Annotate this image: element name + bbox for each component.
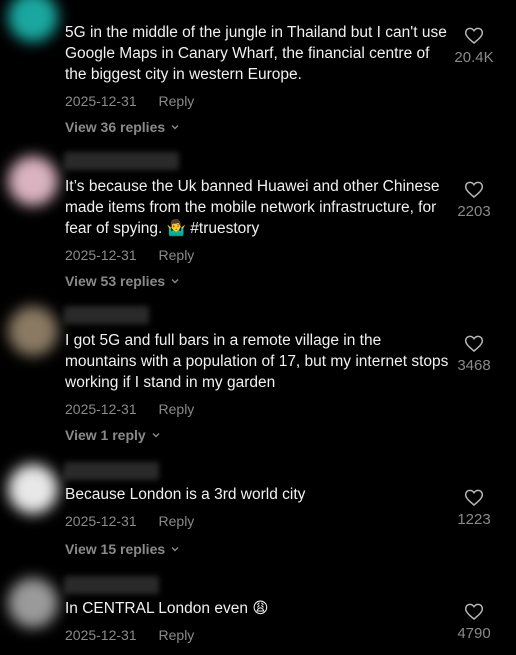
heart-icon[interactable] [464, 488, 484, 507]
view-replies-label: View 15 replies [65, 541, 166, 557]
username-redacted [64, 576, 159, 594]
username-redacted [64, 462, 159, 480]
like-column: 2203 [444, 180, 504, 222]
chevron-down-icon [171, 125, 179, 130]
avatar[interactable] [8, 306, 58, 356]
reply-button[interactable]: Reply [159, 513, 195, 529]
like-count: 2203 [457, 203, 491, 220]
comment-meta: 2025-12-31 Reply [65, 246, 194, 264]
reply-button[interactable]: Reply [159, 401, 195, 417]
avatar[interactable] [8, 156, 58, 206]
comment-text: 5G in the middle of the jungle in Thaila… [65, 24, 452, 83]
heart-icon[interactable] [464, 26, 484, 45]
view-replies-button[interactable]: View 36 replies [65, 118, 180, 136]
like-column: 4790 [444, 602, 504, 644]
comment-item: It’s because the Uk banned Huawei and ot… [0, 152, 516, 297]
username-redacted [64, 152, 179, 170]
view-replies-button[interactable]: View 15 replies [65, 540, 180, 558]
avatar[interactable] [8, 464, 58, 514]
chevron-down-icon [171, 279, 179, 284]
reply-button[interactable]: Reply [159, 627, 195, 643]
comment-meta: 2025-12-31 Reply [65, 626, 194, 644]
username-redacted [64, 306, 149, 324]
comment-item: Because London is a 3rd world city 2025-… [0, 462, 516, 562]
view-replies-button[interactable]: View 53 replies [65, 272, 180, 290]
like-column: 1223 [444, 488, 504, 530]
comment-item: In CENTRAL London even 😩 2025-12-31 Repl… [0, 576, 516, 655]
comment-meta: 2025-12-31 Reply [65, 92, 194, 110]
comment-text: It’s because the Uk banned Huawei and ot… [65, 178, 444, 237]
like-count: 3468 [457, 357, 491, 374]
comment-list: 5G in the middle of the jungle in Thaila… [0, 0, 516, 655]
reply-button[interactable]: Reply [159, 247, 195, 263]
comment-meta: 2025-12-31 Reply [65, 400, 194, 418]
view-replies-button[interactable]: View 1 reply [65, 426, 161, 444]
like-count: 4790 [457, 625, 491, 642]
like-count: 20.4K [454, 49, 494, 66]
comment-date: 2025-12-31 [65, 627, 137, 643]
comment-item: 5G in the middle of the jungle in Thaila… [0, 0, 516, 145]
comment-meta: 2025-12-31 Reply [65, 512, 194, 530]
view-replies-label: View 53 replies [65, 273, 166, 289]
comment-date: 2025-12-31 [65, 93, 137, 109]
like-count: 1223 [457, 511, 491, 528]
comment-text: In CENTRAL London even 😩 [65, 600, 269, 617]
chevron-down-icon [152, 433, 160, 438]
comment-text: Because London is a 3rd world city [65, 486, 306, 503]
heart-icon[interactable] [464, 180, 484, 199]
reply-button[interactable]: Reply [159, 93, 195, 109]
comment-date: 2025-12-31 [65, 401, 137, 417]
comment-text: I got 5G and full bars in a remote villa… [65, 332, 453, 391]
avatar[interactable] [8, 0, 58, 42]
comment-item: I got 5G and full bars in a remote villa… [0, 306, 516, 451]
avatar[interactable] [8, 578, 58, 628]
comment-date: 2025-12-31 [65, 247, 137, 263]
like-column: 20.4K [444, 26, 504, 68]
view-replies-label: View 36 replies [65, 119, 166, 135]
like-column: 3468 [444, 334, 504, 376]
view-replies-label: View 1 reply [65, 427, 146, 443]
comment-date: 2025-12-31 [65, 513, 137, 529]
heart-icon[interactable] [464, 334, 484, 353]
heart-icon[interactable] [464, 602, 484, 621]
chevron-down-icon [171, 547, 179, 552]
